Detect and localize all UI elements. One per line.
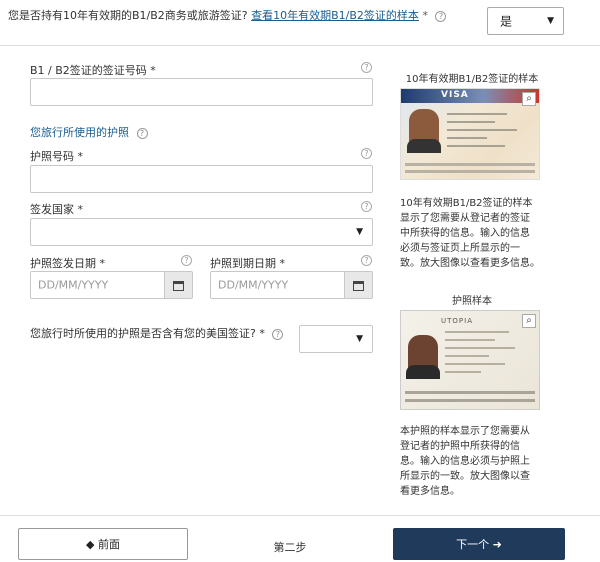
passport-has-us-visa-select[interactable]: ▼ <box>299 325 373 353</box>
help-icon[interactable]: ? <box>435 10 447 22</box>
help-icon[interactable]: ? <box>361 201 372 212</box>
date-placeholder: DD/MM/YYYY <box>38 278 109 292</box>
passport-section-label: 您旅行所使用的护照 ? <box>30 124 148 140</box>
issue-date-input[interactable]: DD/MM/YYYY <box>30 271 193 299</box>
chevron-down-icon: ▼ <box>356 227 363 237</box>
calendar-icon <box>353 281 364 291</box>
help-icon[interactable]: ? <box>136 127 148 139</box>
top-question-text: 您是否持有10年有效期的B1/B2商务或旅游签证? <box>8 9 248 22</box>
passport-sample-image[interactable]: UTOPIA ⌕ <box>400 310 540 410</box>
calendar-button[interactable] <box>344 272 372 298</box>
visa-number-label: B1 / B2签证的签证号码 * <box>30 64 156 77</box>
date-placeholder: DD/MM/YYYY <box>218 278 289 292</box>
expiry-date-input[interactable]: DD/MM/YYYY <box>210 271 373 299</box>
magnifier-icon[interactable]: ⌕ <box>522 92 536 106</box>
issuing-country-label: 签发国家 * <box>30 203 83 216</box>
us-visa-question: 您旅行时所使用的护照是否含有您的美国签证? * ? <box>30 325 284 341</box>
magnifier-icon[interactable]: ⌕ <box>522 314 536 328</box>
visa-banner <box>401 89 539 103</box>
chevron-down-icon: ▼ <box>356 334 363 344</box>
visa-sample-title: 10年有效期B1/B2签证的样本 <box>405 74 539 85</box>
passport-number-label: 护照号码 * <box>30 150 83 163</box>
select-value: 是 <box>500 14 513 29</box>
passport-number-input[interactable] <box>30 165 373 193</box>
visa-banner-text: VISA <box>441 90 469 100</box>
previous-button-label: ◆ 前面 <box>86 538 120 551</box>
has-10yr-visa-select[interactable]: 是 ▼ <box>487 7 564 35</box>
divider <box>0 515 600 516</box>
passport-header-text: UTOPIA <box>441 317 473 325</box>
next-button-label: 下一个 ➜ <box>456 538 502 551</box>
issue-date-label: 护照签发日期 * <box>30 257 105 270</box>
passport-sample-title: 护照样本 <box>452 296 492 307</box>
expiry-date-label: 护照到期日期 * <box>210 257 285 270</box>
issuing-country-select[interactable]: ▼ <box>30 218 373 246</box>
required-marker: * <box>422 9 428 22</box>
visa-sample-image[interactable]: VISA ⌕ <box>400 88 540 180</box>
next-button[interactable]: 下一个 ➜ <box>393 528 565 560</box>
help-icon[interactable]: ? <box>181 255 192 266</box>
visa-sample-description: 10年有效期B1/B2签证的样本 显示了您需要从登记者的签证 中所获得的信息。输… <box>400 198 540 269</box>
calendar-icon <box>173 281 184 291</box>
visa-photo <box>407 109 441 153</box>
visa-number-input[interactable] <box>30 78 373 106</box>
divider <box>0 45 600 46</box>
help-icon[interactable]: ? <box>361 255 372 266</box>
calendar-button[interactable] <box>164 272 192 298</box>
visa-sample-link[interactable]: 查看10年有效期B1/B2签证的样本 <box>251 9 419 22</box>
help-icon[interactable]: ? <box>272 328 284 340</box>
step-indicator: 第二步 <box>273 541 307 554</box>
chevron-down-icon: ▼ <box>547 16 554 26</box>
previous-button[interactable]: ◆ 前面 <box>18 528 188 560</box>
help-icon[interactable]: ? <box>361 148 372 159</box>
top-question: 您是否持有10年有效期的B1/B2商务或旅游签证? 查看10年有效期B1/B2签… <box>8 7 447 23</box>
passport-photo <box>406 335 440 379</box>
help-icon[interactable]: ? <box>361 62 372 73</box>
passport-sample-description: 本护照的样本显示了您需要从 登记者的护照中所获得的信 息。输入的信息必须与护照上… <box>400 426 530 497</box>
